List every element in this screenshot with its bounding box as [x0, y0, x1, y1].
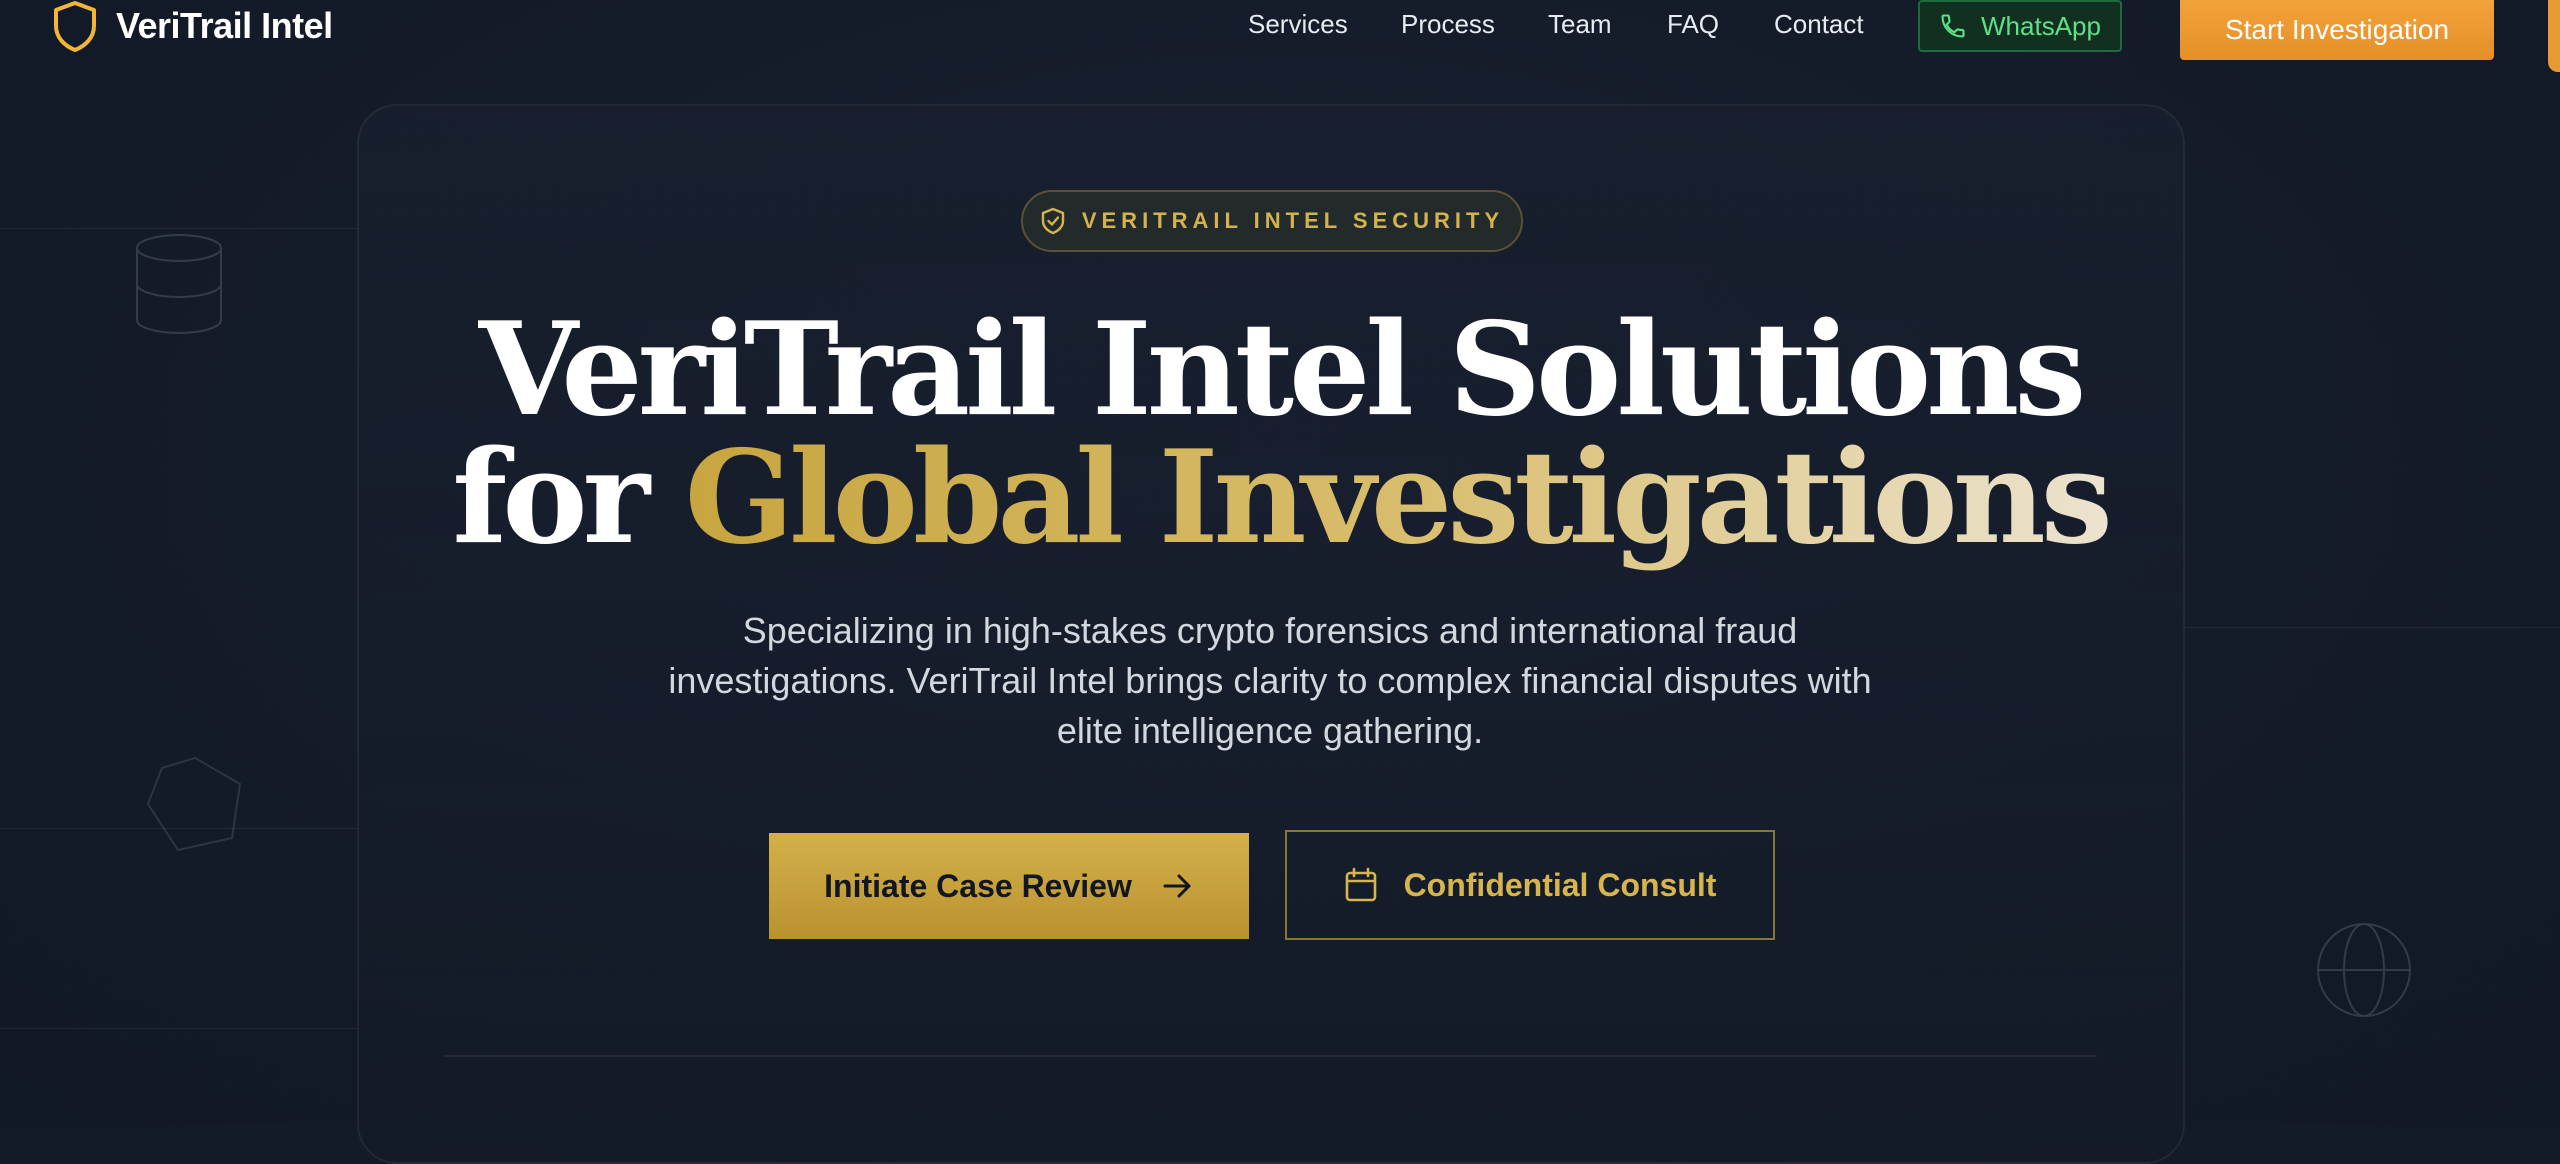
phone-icon — [1941, 14, 1965, 38]
headline-line-2: for Global Investigations — [0, 434, 2560, 562]
brand-name: VeriTrail Intel — [116, 5, 333, 46]
primary-cta-label: Initiate Case Review — [824, 867, 1132, 904]
edge-tab — [2548, 0, 2560, 72]
hexagon-icon — [146, 756, 242, 852]
whatsapp-button[interactable]: WhatsApp — [1918, 0, 2122, 52]
nav-link-faq[interactable]: FAQ — [1667, 9, 1719, 40]
bg-line — [2185, 627, 2560, 628]
shield-check-icon — [1041, 207, 1065, 235]
confidential-consult-button[interactable]: Confidential Consult — [1285, 830, 1775, 940]
secondary-cta-label: Confidential Consult — [1403, 866, 1717, 903]
whatsapp-label: WhatsApp — [1981, 10, 2101, 41]
initiate-case-review-button[interactable]: Initiate Case Review — [769, 833, 1249, 939]
headline-prefix: for — [452, 423, 685, 573]
shield-icon — [54, 1, 96, 52]
start-investigation-button[interactable]: Start Investigation — [2180, 0, 2494, 60]
headline-line-1: VeriTrail Intel Solutions — [478, 295, 2087, 445]
bg-line — [0, 228, 357, 229]
calendar-icon — [1345, 867, 1376, 902]
nav-link-contact[interactable]: Contact — [1774, 9, 1864, 40]
globe-icon — [2317, 923, 2411, 1017]
section-divider — [445, 1055, 2097, 1057]
arrow-right-icon — [1163, 874, 1191, 898]
hero-subtext: Specializing in high-stakes crypto foren… — [668, 610, 1872, 751]
nav-link-process[interactable]: Process — [1401, 9, 1495, 40]
brand-logo[interactable]: VeriTrail Intel — [52, 0, 333, 52]
nav-link-services[interactable]: Services — [1248, 9, 1348, 40]
bg-line — [0, 1028, 357, 1029]
security-badge: VERITRAIL INTEL SECURITY — [1021, 190, 1523, 252]
headline-highlight: Global Investigations — [684, 423, 2113, 573]
badge-label: VERITRAIL INTEL SECURITY — [1081, 208, 1505, 233]
site-header: VeriTrail Intel Services Process Team FA… — [0, 0, 2560, 72]
nav-link-team[interactable]: Team — [1548, 9, 1612, 40]
